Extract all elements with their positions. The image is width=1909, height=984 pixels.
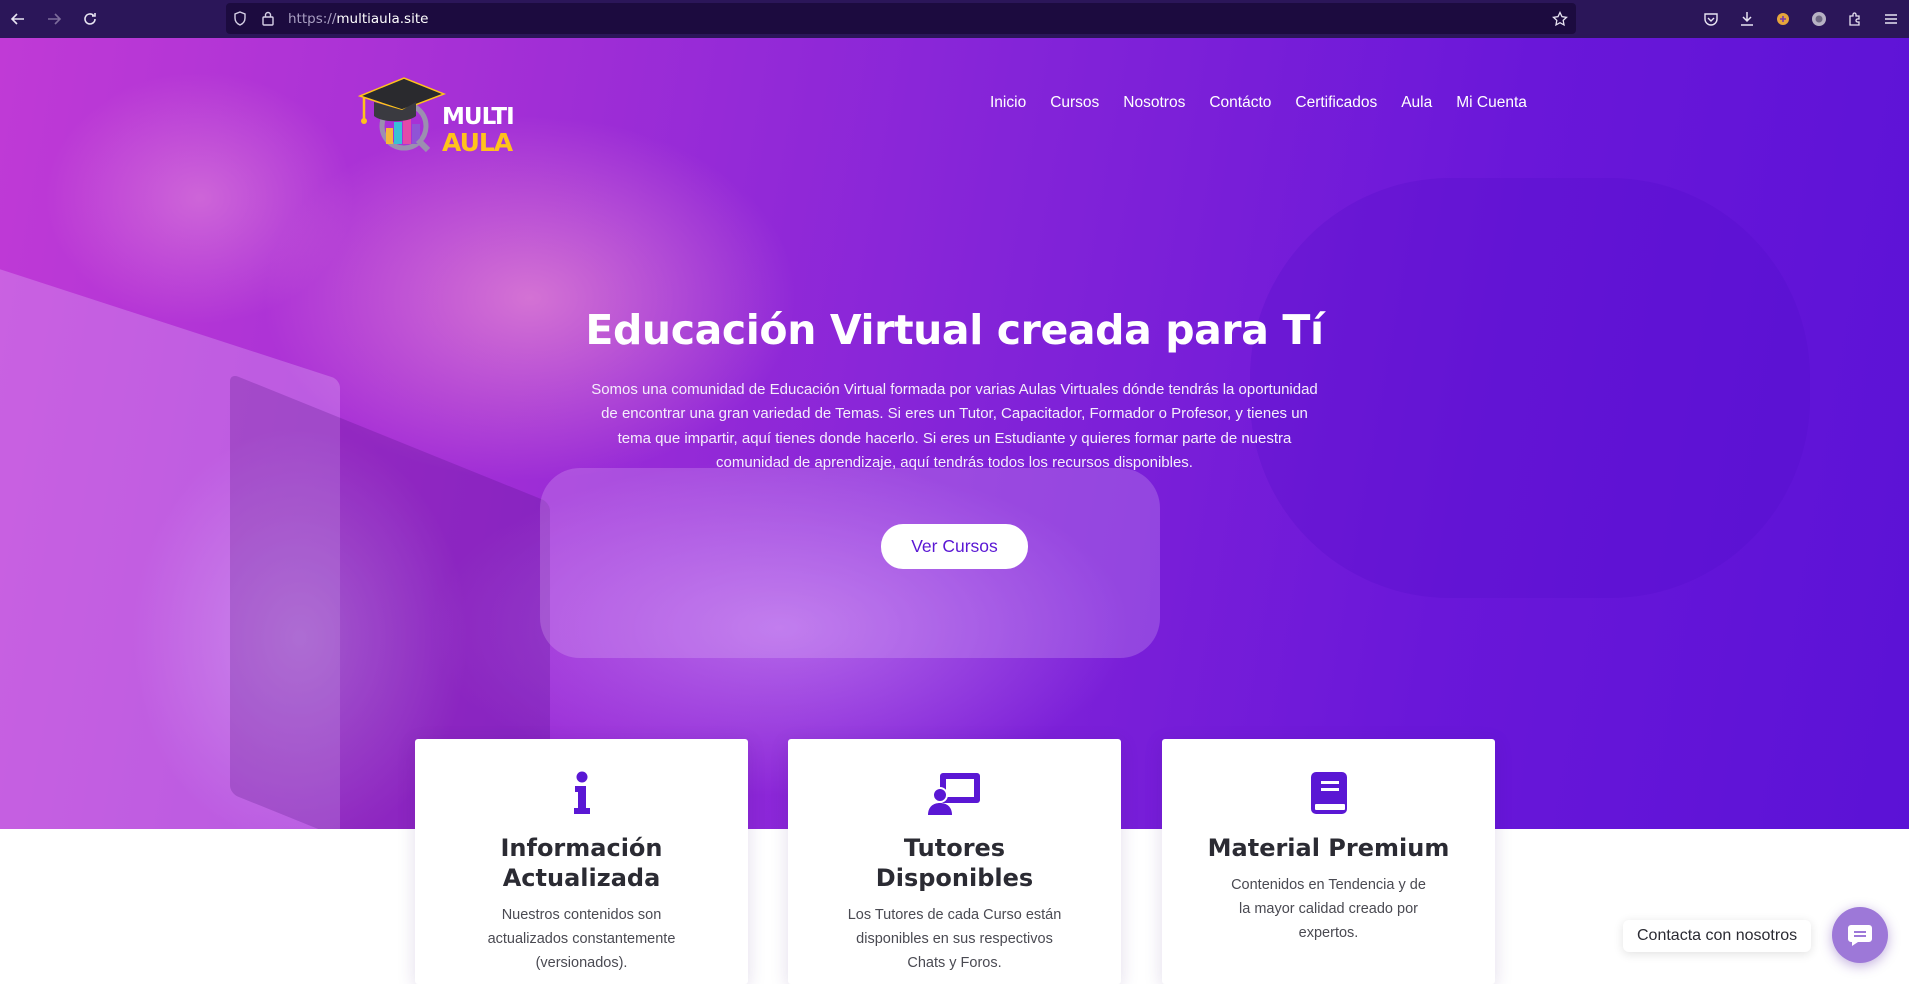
profile-icon (1812, 12, 1826, 26)
chat-bubble-icon (1848, 925, 1872, 946)
app-menu-button[interactable] (1873, 0, 1909, 38)
main-navigation: Inicio Cursos Nosotros Contácto Certific… (978, 88, 1539, 118)
extension-icon (1777, 13, 1789, 25)
feature-title: Tutores Disponibles (875, 834, 1034, 892)
lock-icon[interactable] (254, 3, 282, 34)
browser-toolbar: https://multiaula.site (0, 0, 1909, 38)
forward-icon (48, 13, 62, 25)
info-icon (573, 771, 590, 814)
nav-contacto[interactable]: Contácto (1197, 88, 1283, 118)
feature-text: Los Tutores de cada Curso están disponib… (847, 907, 1062, 971)
pocket-icon (1704, 13, 1718, 26)
feature-card-tutores: Tutores Disponibles Los Tutores de cada … (788, 739, 1121, 984)
hero-description: Somos una comunidad de Educación Virtual… (591, 381, 1318, 471)
browser-tools (1693, 0, 1909, 38)
extensions-menu-button[interactable] (1837, 0, 1873, 38)
contact-us-label[interactable]: Contacta con nosotros (1623, 920, 1812, 952)
feature-text: Nuestros contenidos son actualizados con… (487, 907, 676, 971)
back-icon (10, 13, 24, 25)
nav-aula[interactable]: Aula (1389, 88, 1444, 118)
hero-content: Educación Virtual creada para Tí Somos u… (0, 306, 1909, 570)
star-icon (1552, 10, 1568, 26)
nav-certificados[interactable]: Certificados (1283, 88, 1389, 118)
hero-section: MULTI AULA Inicio Cursos Nosotros Contác… (0, 38, 1909, 829)
forward-button[interactable] (36, 0, 72, 38)
feature-title: Información Actualizada (500, 834, 663, 892)
menu-icon (1885, 14, 1897, 24)
feature-title: Material Premium (1207, 834, 1450, 862)
logo-line-1: MULTI (442, 104, 515, 130)
downloads-button[interactable] (1729, 0, 1765, 38)
profile-button[interactable] (1801, 0, 1837, 38)
nav-nosotros[interactable]: Nosotros (1111, 88, 1197, 118)
shield-icon[interactable] (226, 3, 254, 34)
address-bar[interactable]: https://multiaula.site (226, 3, 1576, 34)
book-icon (1310, 772, 1347, 814)
logo-text: MULTI AULA (442, 104, 515, 157)
hero-title: Educación Virtual creada para Tí (585, 306, 1324, 354)
ver-cursos-button[interactable]: Ver Cursos (881, 524, 1028, 570)
nav-cursos[interactable]: Cursos (1038, 88, 1111, 118)
back-button[interactable] (0, 0, 36, 38)
extensions-icon (1849, 12, 1860, 26)
tutor-board-icon (927, 773, 980, 815)
pocket-button[interactable] (1693, 0, 1729, 38)
reload-icon (84, 13, 96, 25)
feature-card-material: Material Premium Contenidos en Tendencia… (1162, 739, 1495, 984)
logo-line-2: AULA (442, 128, 513, 157)
url-text: https://multiaula.site (288, 10, 429, 27)
chat-button[interactable] (1832, 907, 1888, 963)
nav-inicio[interactable]: Inicio (978, 88, 1038, 118)
reload-button[interactable] (72, 0, 108, 38)
nav-mi-cuenta[interactable]: Mi Cuenta (1444, 88, 1539, 118)
graduation-cap-logo-icon (357, 77, 446, 153)
download-icon (1741, 12, 1753, 26)
feature-text: Contenidos en Tendencia y de la mayor ca… (1231, 877, 1426, 941)
site-logo[interactable]: MULTI AULA (356, 56, 515, 166)
feature-card-informacion: Información Actualizada Nuestros conteni… (415, 739, 748, 984)
extension-button[interactable] (1765, 0, 1801, 38)
bookmark-star-button[interactable] (1552, 3, 1568, 34)
site-header: MULTI AULA Inicio Cursos Nosotros Contác… (0, 38, 1909, 168)
